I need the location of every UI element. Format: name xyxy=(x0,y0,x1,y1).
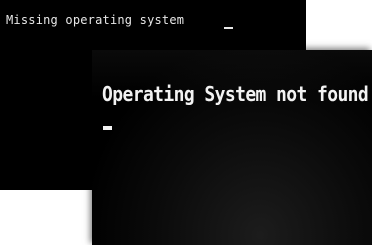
text-cursor xyxy=(224,27,233,29)
front-error-screen: Operating System not found xyxy=(92,50,372,245)
error-screens-collage: Missing operating system Operating Syste… xyxy=(0,0,372,245)
missing-os-message: Missing operating system xyxy=(6,13,185,27)
os-not-found-message: Operating System not found xyxy=(102,83,369,107)
text-cursor xyxy=(103,126,112,130)
